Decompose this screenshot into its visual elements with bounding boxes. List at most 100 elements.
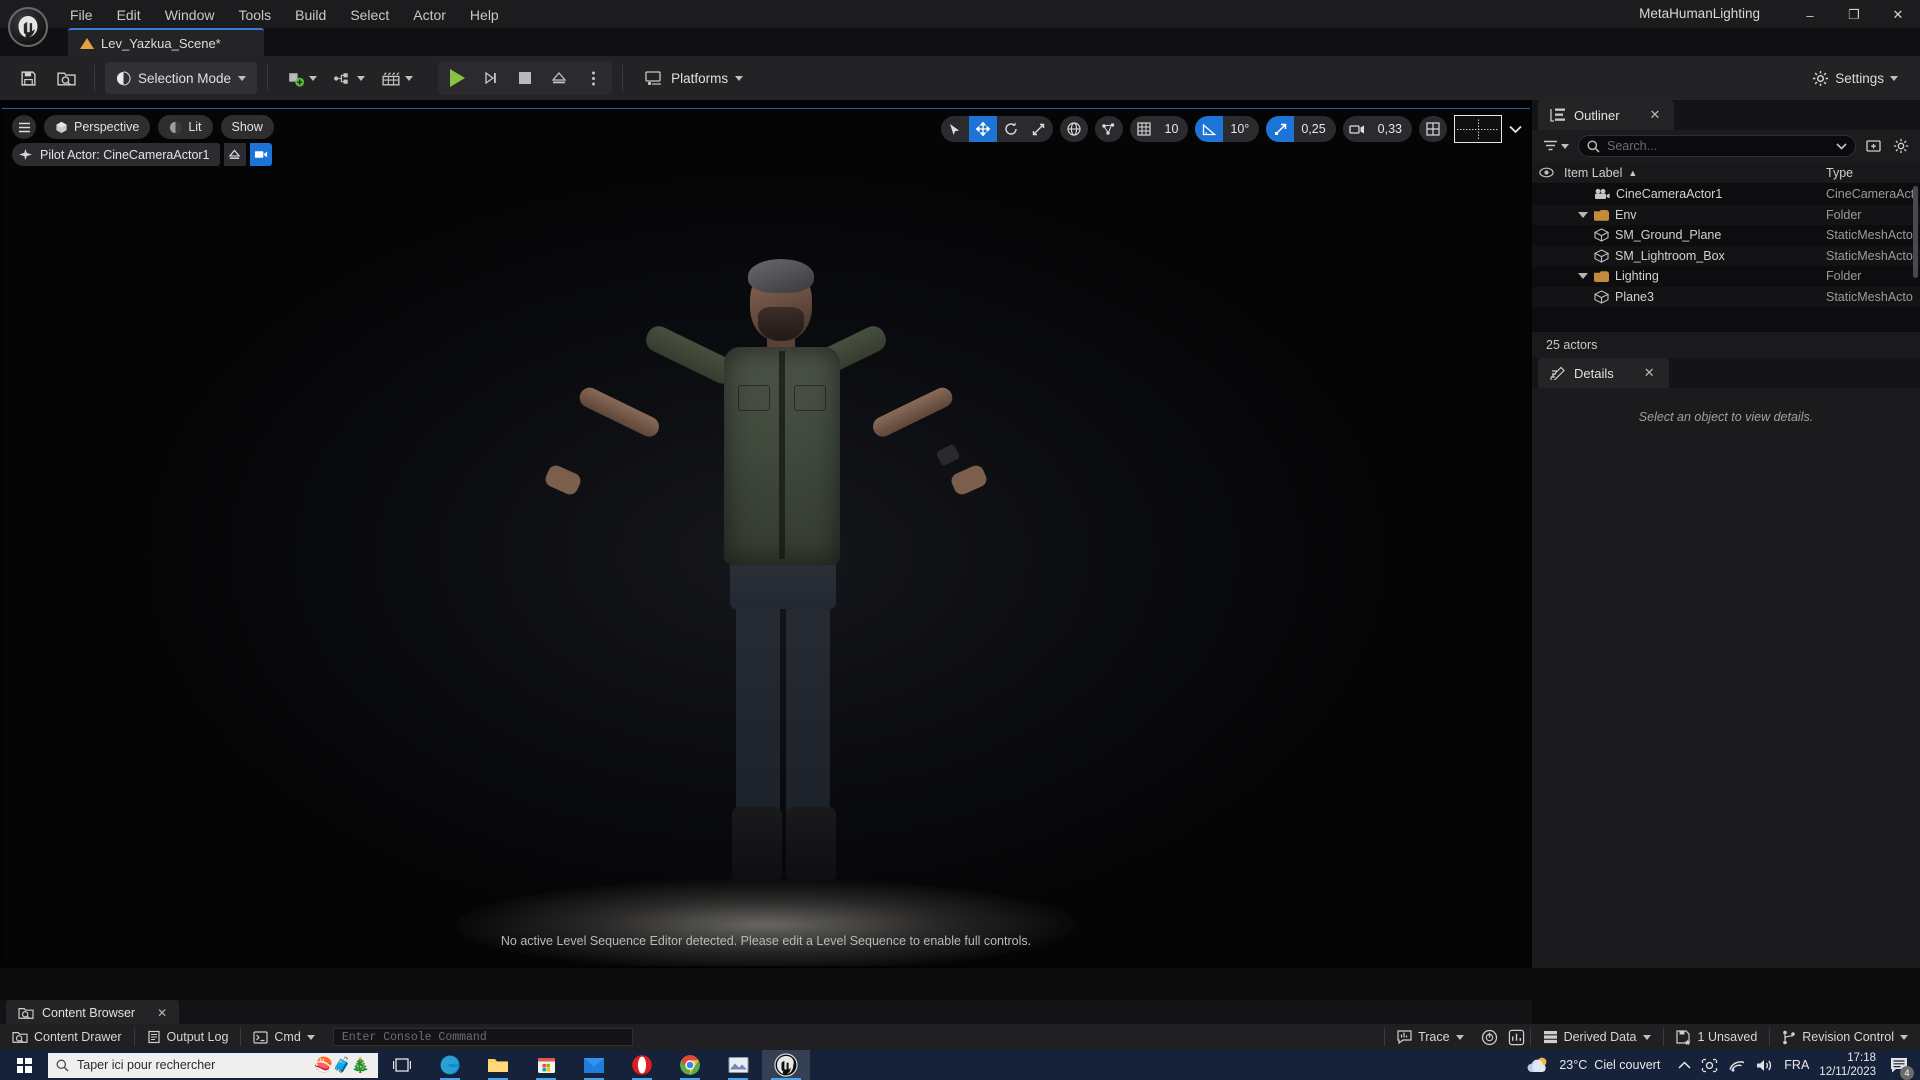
revision-control-dropdown[interactable]: Revision Control (1770, 1024, 1920, 1050)
search-input[interactable] (1607, 139, 1829, 153)
stats-button[interactable] (1503, 1024, 1530, 1050)
more-options-icon[interactable] (576, 62, 610, 94)
outliner-row[interactable]: SM_Lightroom_Box StaticMeshActo (1532, 245, 1920, 266)
unreal-engine-logo-icon[interactable] (8, 7, 48, 47)
layout-chooser-icon[interactable] (1454, 115, 1502, 143)
selection-mode-dropdown[interactable]: Selection Mode (105, 62, 258, 94)
menu-file[interactable]: File (58, 3, 105, 27)
menu-edit[interactable]: Edit (105, 3, 153, 27)
chevron-down-icon[interactable] (1836, 142, 1847, 150)
notifications-button[interactable]: 4 (1886, 1052, 1914, 1080)
close-button[interactable]: ✕ (1876, 0, 1920, 30)
outliner-row[interactable]: Lighting Folder (1532, 266, 1920, 287)
gear-icon[interactable] (1890, 135, 1912, 157)
browse-content-icon[interactable] (48, 61, 84, 95)
opera-icon[interactable] (618, 1050, 666, 1080)
viewport-perspective-dropdown[interactable]: Perspective (44, 115, 151, 139)
unsaved-changes-button[interactable]: 1 Unsaved (1664, 1024, 1770, 1050)
filter-icon[interactable] (1540, 138, 1572, 154)
tab-outliner[interactable]: Outliner ✕ (1538, 100, 1675, 130)
expand-arrow-icon[interactable] (1578, 273, 1588, 280)
column-type[interactable]: Type (1826, 166, 1920, 180)
photo-viewer-icon[interactable] (714, 1050, 762, 1080)
camera-icon[interactable] (249, 143, 272, 166)
weather-widget[interactable]: 23°C Ciel couvert (1526, 1055, 1660, 1075)
show-hidden-icons-chevron-icon[interactable] (1678, 1060, 1691, 1070)
column-item-label[interactable]: Item Label ▲ (1560, 166, 1826, 180)
outliner-row[interactable]: SM_Ground_Plane StaticMeshActo (1532, 225, 1920, 246)
unreal-engine-icon[interactable] (762, 1050, 810, 1080)
stop-button[interactable] (508, 62, 542, 94)
menu-select[interactable]: Select (338, 3, 401, 27)
menu-build[interactable]: Build (283, 3, 338, 27)
angle-snap-value[interactable]: 10° (1223, 116, 1259, 142)
outliner-row[interactable]: Plane3 StaticMeshActo (1532, 286, 1920, 307)
rotate-tool-button[interactable] (997, 116, 1025, 142)
grid-icon[interactable] (1130, 116, 1158, 142)
viewport-menu-icon[interactable] (12, 115, 36, 139)
outliner-search-box[interactable] (1578, 135, 1856, 157)
tab-details[interactable]: Details ✕ (1538, 358, 1669, 388)
viewport-show-dropdown[interactable]: Show (220, 115, 274, 139)
menu-window[interactable]: Window (153, 3, 227, 27)
onedrive-camera-icon[interactable] (1701, 1058, 1718, 1073)
cmd-dropdown[interactable]: Cmd (241, 1024, 326, 1050)
trace-dropdown[interactable]: Trace (1385, 1024, 1476, 1050)
move-tool-button[interactable] (968, 116, 997, 142)
task-view-icon[interactable] (378, 1050, 426, 1080)
scale-tool-button[interactable] (1025, 116, 1053, 142)
eye-icon[interactable] (1532, 167, 1560, 178)
pilot-actor-label-button[interactable]: Pilot Actor: CineCameraActor1 (12, 143, 220, 166)
scale-snap-value[interactable]: 0,25 (1294, 116, 1335, 142)
viewport-viewmode-dropdown[interactable]: Lit (158, 115, 213, 139)
derived-data-dropdown[interactable]: Derived Data (1531, 1024, 1663, 1050)
play-button[interactable] (440, 62, 474, 94)
platforms-dropdown[interactable]: Platforms (633, 62, 754, 94)
step-button[interactable] (474, 62, 508, 94)
edge-icon[interactable] (426, 1050, 474, 1080)
chevron-down-icon[interactable] (1509, 125, 1522, 134)
cinematics-button[interactable] (374, 61, 420, 95)
new-folder-icon[interactable] (1862, 135, 1884, 157)
tab-content-browser[interactable]: Content Browser ✕ (6, 1000, 180, 1025)
menu-tools[interactable]: Tools (226, 3, 283, 27)
close-icon[interactable]: ✕ (1650, 107, 1661, 123)
settings-dropdown[interactable]: Settings (1804, 61, 1906, 95)
level-viewport[interactable]: Perspective Lit Show Pilot Actor: CineCa… (0, 100, 1532, 968)
content-drawer-button[interactable]: Content Drawer (0, 1024, 134, 1050)
minimize-button[interactable]: – (1788, 0, 1832, 30)
microsoft-store-icon[interactable] (522, 1050, 570, 1080)
select-tool-button[interactable] (941, 116, 969, 142)
outliner-row[interactable]: CineCameraActor1 CineCameraAct (1532, 184, 1920, 205)
save-icon[interactable] (10, 61, 46, 95)
viewport-render-area[interactable]: Perspective Lit Show Pilot Actor: CineCa… (2, 108, 1530, 966)
close-icon[interactable]: ✕ (157, 1006, 167, 1020)
volume-icon[interactable] (1756, 1058, 1774, 1073)
grid-snap-value[interactable]: 10 (1158, 116, 1189, 142)
camera-speed-value[interactable]: 0,33 (1371, 116, 1412, 142)
eject-button[interactable] (542, 62, 576, 94)
add-actor-button[interactable] (278, 61, 324, 95)
language-indicator[interactable]: FRA (1784, 1058, 1809, 1072)
camera-speed-icon[interactable] (1343, 116, 1371, 142)
menu-actor[interactable]: Actor (401, 3, 458, 27)
chrome-icon[interactable] (666, 1050, 714, 1080)
scale-snap-icon[interactable] (1266, 116, 1295, 142)
performance-button[interactable] (1476, 1024, 1503, 1050)
windows-search-box[interactable]: Taper ici pour rechercher 🍣🧳🎄 (48, 1052, 378, 1078)
console-command-input[interactable]: Enter Console Command (332, 1028, 633, 1046)
world-globe-icon[interactable] (1060, 116, 1088, 142)
viewport-layout-icon[interactable] (1419, 116, 1447, 142)
outliner-tree[interactable]: CineCameraActor1 CineCameraAct Env Folder SM… (1532, 184, 1920, 324)
taskbar-clock[interactable]: 17:18 12/11/2023 (1819, 1051, 1876, 1079)
outliner-row[interactable]: Env Folder (1532, 204, 1920, 225)
outliner-scrollbar[interactable] (1913, 186, 1918, 278)
tab-level-scene[interactable]: Lev_Yazkua_Scene* (68, 28, 264, 56)
menu-help[interactable]: Help (458, 3, 511, 27)
file-explorer-icon[interactable] (474, 1050, 522, 1080)
mail-icon[interactable] (570, 1050, 618, 1080)
expand-arrow-icon[interactable] (1578, 211, 1588, 218)
start-button[interactable] (0, 1050, 48, 1080)
wifi-icon[interactable] (1728, 1058, 1746, 1072)
blueprints-button[interactable] (326, 61, 372, 95)
